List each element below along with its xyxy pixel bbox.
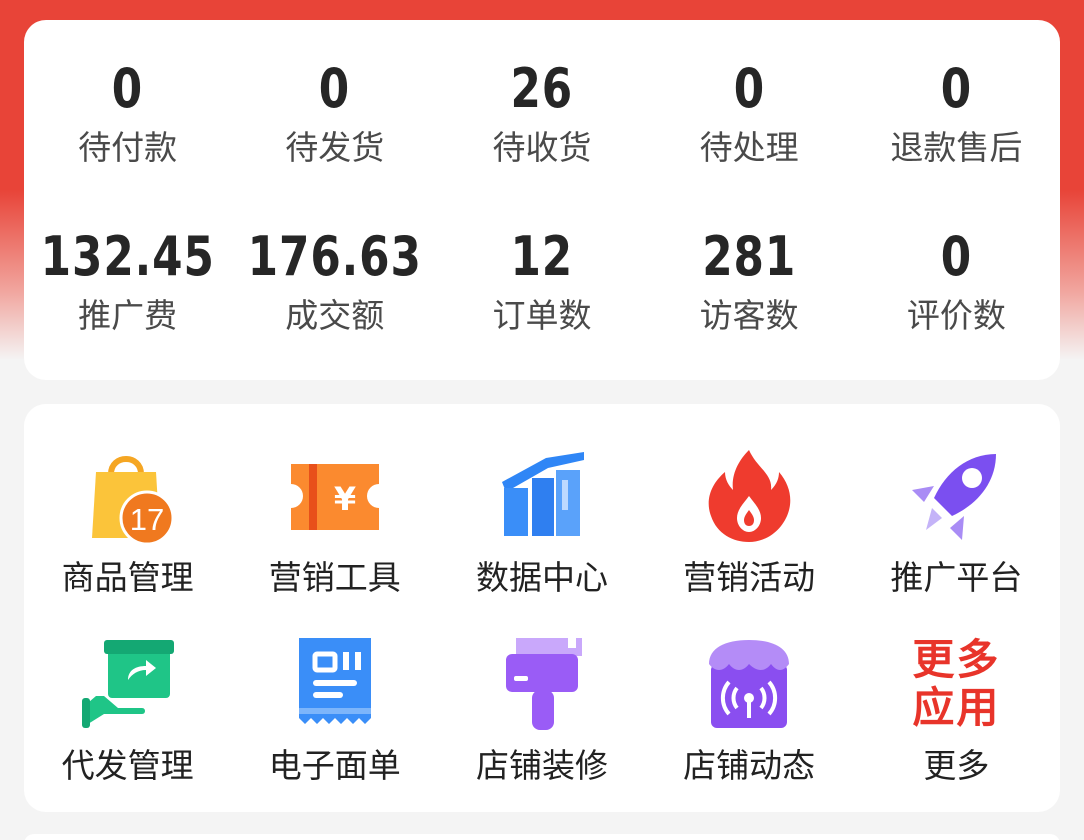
receipt-icon [285, 634, 385, 734]
stat-order-count[interactable]: 12 订单数 [438, 226, 645, 338]
stat-label: 访客数 [699, 296, 799, 335]
app-label: 数据中心 [475, 558, 608, 597]
app-row: 17 商品管理 ¥ 营销工具 数据中心 营销活动 推广平台 [24, 446, 1060, 600]
order-status-row: 0 待付款 0 待发货 26 待收货 0 待处理 0 退款售后 [24, 58, 1060, 170]
order-stats-card: 0 待付款 0 待发货 26 待收货 0 待处理 0 退款售后 132.45 推… [24, 20, 1060, 380]
app-data-center[interactable]: 数据中心 [438, 446, 645, 600]
app-more[interactable]: 更多 应用 更多 [853, 634, 1060, 788]
app-grid-card: 17 商品管理 ¥ 营销工具 数据中心 营销活动 推广平台 代发管理 电子面单 … [24, 404, 1060, 812]
flame-icon [699, 446, 799, 546]
app-label: 电子面单 [268, 746, 401, 785]
app-row: 代发管理 电子面单 店铺装修 店铺动态 更多 应用 更多 [24, 634, 1060, 788]
stat-value: 0 [940, 225, 973, 288]
app-store-decoration[interactable]: 店铺装修 [438, 634, 645, 788]
stat-transaction-amount[interactable]: 176.63 成交额 [231, 226, 438, 338]
stat-value: 0 [319, 57, 351, 120]
stat-value: 0 [111, 57, 144, 120]
app-product-management[interactable]: 17 商品管理 [24, 446, 231, 600]
stat-refund-aftersale[interactable]: 0 退款售后 [853, 58, 1060, 170]
app-label: 营销工具 [268, 558, 401, 597]
stat-value: 132.45 [40, 225, 215, 288]
badge-number: 17 [129, 502, 163, 537]
stat-pending-processing[interactable]: 0 待处理 [646, 58, 853, 170]
stat-label: 待收货 [492, 128, 592, 167]
paint-brush-icon [492, 634, 592, 734]
stat-pending-payment[interactable]: 0 待付款 [24, 58, 231, 170]
stat-label: 订单数 [492, 296, 592, 335]
hand-box-icon [78, 634, 178, 734]
app-label: 商品管理 [61, 558, 194, 597]
app-promotion-platform[interactable]: 推广平台 [853, 446, 1060, 600]
app-label: 店铺动态 [683, 746, 816, 785]
app-label: 营销活动 [683, 558, 816, 597]
stat-value: 26 [510, 57, 574, 120]
stat-value: 281 [702, 225, 797, 288]
stat-label: 评价数 [906, 296, 1006, 335]
stat-label: 待付款 [78, 128, 178, 167]
bar-chart-icon [492, 446, 592, 546]
app-dropship-management[interactable]: 代发管理 [24, 634, 231, 788]
app-e-waybill[interactable]: 电子面单 [231, 634, 438, 788]
app-label: 推广平台 [890, 558, 1023, 597]
next-card-peek [24, 834, 1060, 840]
app-label: 代发管理 [61, 746, 194, 785]
shopping-bag-icon: 17 [78, 446, 178, 546]
stat-value: 0 [940, 57, 973, 120]
app-marketing-tools[interactable]: ¥ 营销工具 [231, 446, 438, 600]
rocket-icon [906, 446, 1006, 546]
app-marketing-events[interactable]: 营销活动 [646, 446, 853, 600]
coupon-ticket-icon: ¥ [285, 446, 385, 546]
app-store-updates[interactable]: 店铺动态 [646, 634, 853, 788]
app-label: 店铺装修 [475, 746, 608, 785]
stat-label: 待处理 [699, 128, 799, 167]
stat-promotion-cost[interactable]: 132.45 推广费 [24, 226, 231, 338]
stat-pending-shipment[interactable]: 0 待发货 [231, 58, 438, 170]
yen-symbol: ¥ [334, 480, 356, 518]
store-broadcast-icon [699, 634, 799, 734]
stat-label: 成交额 [285, 296, 385, 335]
app-label: 更多 [923, 746, 990, 785]
stat-review-count[interactable]: 0 评价数 [853, 226, 1060, 338]
business-metrics-row: 132.45 推广费 176.63 成交额 12 订单数 281 访客数 0 评… [24, 226, 1060, 338]
stat-value: 12 [510, 225, 574, 288]
more-apps-icon: 更多 应用 [906, 634, 1006, 734]
stat-value: 0 [733, 57, 765, 120]
stat-label: 推广费 [78, 296, 178, 335]
more-icon-text-line2: 应用 [912, 683, 1001, 732]
stat-pending-receipt[interactable]: 26 待收货 [438, 58, 645, 170]
stat-label: 退款售后 [890, 128, 1023, 167]
stat-label: 待发货 [285, 128, 385, 167]
more-icon-text-line1: 更多 [912, 635, 1001, 684]
stat-value: 176.63 [247, 225, 422, 288]
stat-visitor-count[interactable]: 281 访客数 [646, 226, 853, 338]
